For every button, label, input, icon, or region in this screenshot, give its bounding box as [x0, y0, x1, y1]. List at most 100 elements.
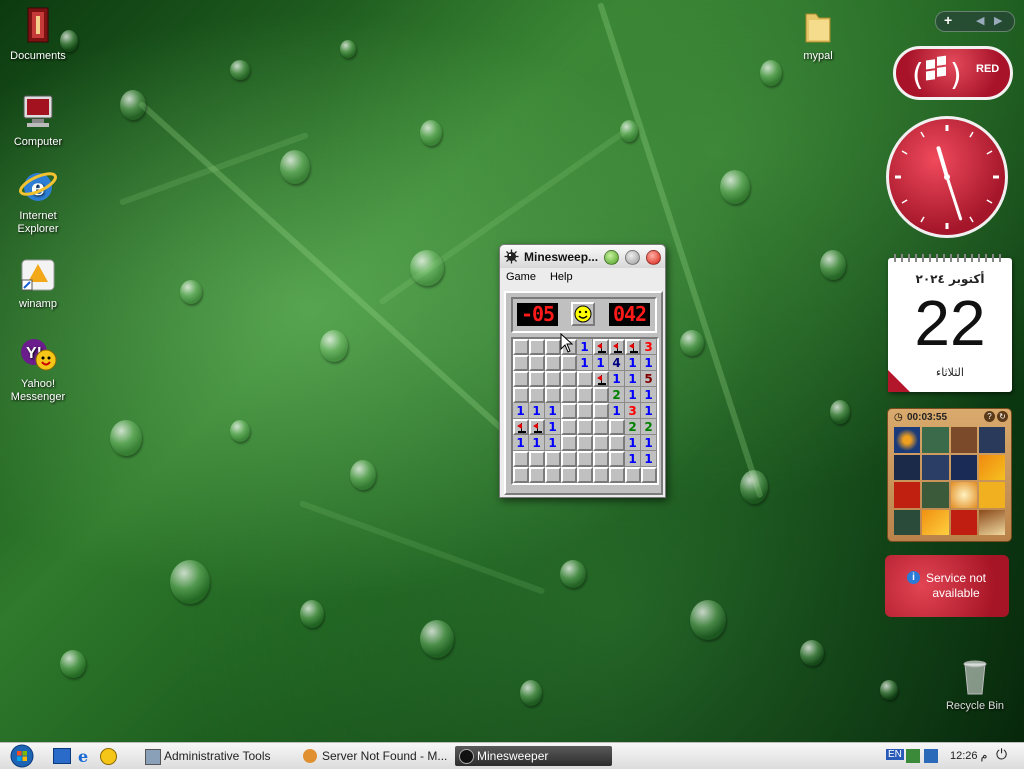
flag-icon[interactable] [529, 419, 545, 435]
unrevealed-cell[interactable] [529, 451, 545, 467]
maximize-button[interactable] [625, 250, 640, 265]
unrevealed-cell[interactable] [513, 371, 529, 387]
close-button[interactable] [646, 250, 661, 265]
unrevealed-cell[interactable] [593, 451, 609, 467]
network-icon[interactable] [906, 749, 920, 763]
language-indicator[interactable]: EN [886, 749, 904, 760]
number-cell[interactable]: 1 [593, 355, 609, 371]
desktop-icon-winamp[interactable]: winamp [0, 254, 76, 311]
puzzle-tile[interactable] [922, 509, 949, 535]
number-cell[interactable]: 5 [641, 371, 657, 387]
number-cell[interactable]: 1 [545, 435, 561, 451]
number-cell[interactable]: 1 [545, 403, 561, 419]
unrevealed-cell[interactable] [513, 339, 529, 355]
calendar-gadget[interactable]: أكتوبر ٢٠٢٤ 22 الثلاثاء [888, 254, 1012, 392]
puzzle-tile[interactable] [894, 427, 921, 453]
yahoo-quicklaunch-icon[interactable] [100, 748, 117, 765]
unrevealed-cell[interactable] [609, 419, 625, 435]
puzzle-tile[interactable] [950, 509, 977, 535]
unrevealed-cell[interactable] [561, 387, 577, 403]
number-cell[interactable]: 3 [625, 403, 641, 419]
flag-icon[interactable] [625, 339, 641, 355]
notifications-icon[interactable]: ⏻ [996, 746, 1007, 763]
unrevealed-cell[interactable] [577, 435, 593, 451]
flag-icon[interactable] [513, 419, 529, 435]
number-cell[interactable]: 1 [513, 403, 529, 419]
unrevealed-cell[interactable] [609, 451, 625, 467]
puzzle-tile[interactable] [950, 454, 977, 480]
unrevealed-cell[interactable] [593, 467, 609, 483]
task-minesweeper[interactable]: Minesweeper [455, 746, 612, 766]
number-cell[interactable]: 1 [625, 451, 641, 467]
unrevealed-cell[interactable] [545, 467, 561, 483]
number-cell[interactable]: 1 [641, 355, 657, 371]
start-button[interactable] [6, 743, 38, 769]
unrevealed-cell[interactable] [561, 371, 577, 387]
unrevealed-cell[interactable] [593, 419, 609, 435]
number-cell[interactable]: 1 [577, 355, 593, 371]
number-cell[interactable]: 3 [641, 339, 657, 355]
smiley-face-button[interactable] [571, 302, 595, 326]
number-cell[interactable]: 1 [625, 355, 641, 371]
puzzle-tile[interactable] [922, 454, 949, 480]
unrevealed-cell[interactable] [625, 467, 641, 483]
puzzle-tile[interactable] [978, 482, 1005, 508]
desktop-icon-recycle-bin[interactable]: Recycle Bin [937, 656, 1013, 713]
desktop-icon-yahoo-messenger[interactable]: Y! Yahoo! Messenger [0, 334, 76, 404]
menu-help[interactable]: Help [550, 271, 573, 283]
unrevealed-cell[interactable] [513, 355, 529, 371]
number-cell[interactable]: 1 [513, 435, 529, 451]
flag-icon[interactable] [593, 371, 609, 387]
unrevealed-cell[interactable] [529, 355, 545, 371]
number-cell[interactable]: 1 [641, 435, 657, 451]
puzzle-tile[interactable] [978, 454, 1005, 480]
puzzle-tile[interactable] [950, 427, 977, 453]
unrevealed-cell[interactable] [577, 467, 593, 483]
task-server-not-found[interactable]: Server Not Found - M... [300, 746, 450, 766]
weather-gadget[interactable]: i Service not available [885, 555, 1009, 617]
number-cell[interactable]: 1 [641, 403, 657, 419]
puzzle-tile[interactable] [894, 509, 921, 535]
prev-arrow-icon[interactable]: ◀ [976, 14, 984, 27]
shuffle-icon[interactable]: ↻ [997, 411, 1008, 422]
minesweeper-window[interactable]: Minesweep... Game Help -05 042 131141111… [499, 244, 666, 498]
next-arrow-icon[interactable]: ▶ [994, 14, 1002, 27]
unrevealed-cell[interactable] [545, 371, 561, 387]
menu-game[interactable]: Game [506, 271, 536, 283]
puzzle-tile[interactable] [978, 427, 1005, 453]
number-cell[interactable]: 1 [545, 419, 561, 435]
unrevealed-cell[interactable] [529, 371, 545, 387]
add-gadget-icon[interactable]: + [944, 12, 952, 28]
unrevealed-cell[interactable] [561, 451, 577, 467]
ie-quicklaunch-icon[interactable]: e [78, 747, 88, 766]
unrevealed-cell[interactable] [577, 387, 593, 403]
number-cell[interactable]: 1 [609, 371, 625, 387]
clock-gadget[interactable] [886, 116, 1008, 238]
unrevealed-cell[interactable] [593, 435, 609, 451]
flag-icon[interactable] [593, 339, 609, 355]
puzzle-tile[interactable] [922, 427, 949, 453]
unrevealed-cell[interactable] [529, 467, 545, 483]
puzzle-tile[interactable] [950, 482, 977, 508]
number-cell[interactable]: 2 [641, 419, 657, 435]
desktop-icon-documents[interactable]: Documents [0, 6, 76, 63]
number-cell[interactable]: 1 [609, 403, 625, 419]
unrevealed-cell[interactable] [545, 451, 561, 467]
unrevealed-cell[interactable] [593, 403, 609, 419]
puzzle-tile[interactable] [894, 454, 921, 480]
unrevealed-cell[interactable] [561, 419, 577, 435]
number-cell[interactable]: 2 [609, 387, 625, 403]
flag-icon[interactable] [609, 339, 625, 355]
unrevealed-cell[interactable] [529, 339, 545, 355]
number-cell[interactable]: 1 [529, 435, 545, 451]
unrevealed-cell[interactable] [545, 339, 561, 355]
unrevealed-cell[interactable] [561, 467, 577, 483]
desktop-icon-computer[interactable]: Computer [0, 92, 76, 149]
unrevealed-cell[interactable] [545, 355, 561, 371]
puzzle-tile[interactable] [922, 482, 949, 508]
unrevealed-cell[interactable] [641, 467, 657, 483]
unrevealed-cell[interactable] [577, 371, 593, 387]
unrevealed-cell[interactable] [529, 387, 545, 403]
unrevealed-cell[interactable] [609, 435, 625, 451]
unrevealed-cell[interactable] [577, 419, 593, 435]
